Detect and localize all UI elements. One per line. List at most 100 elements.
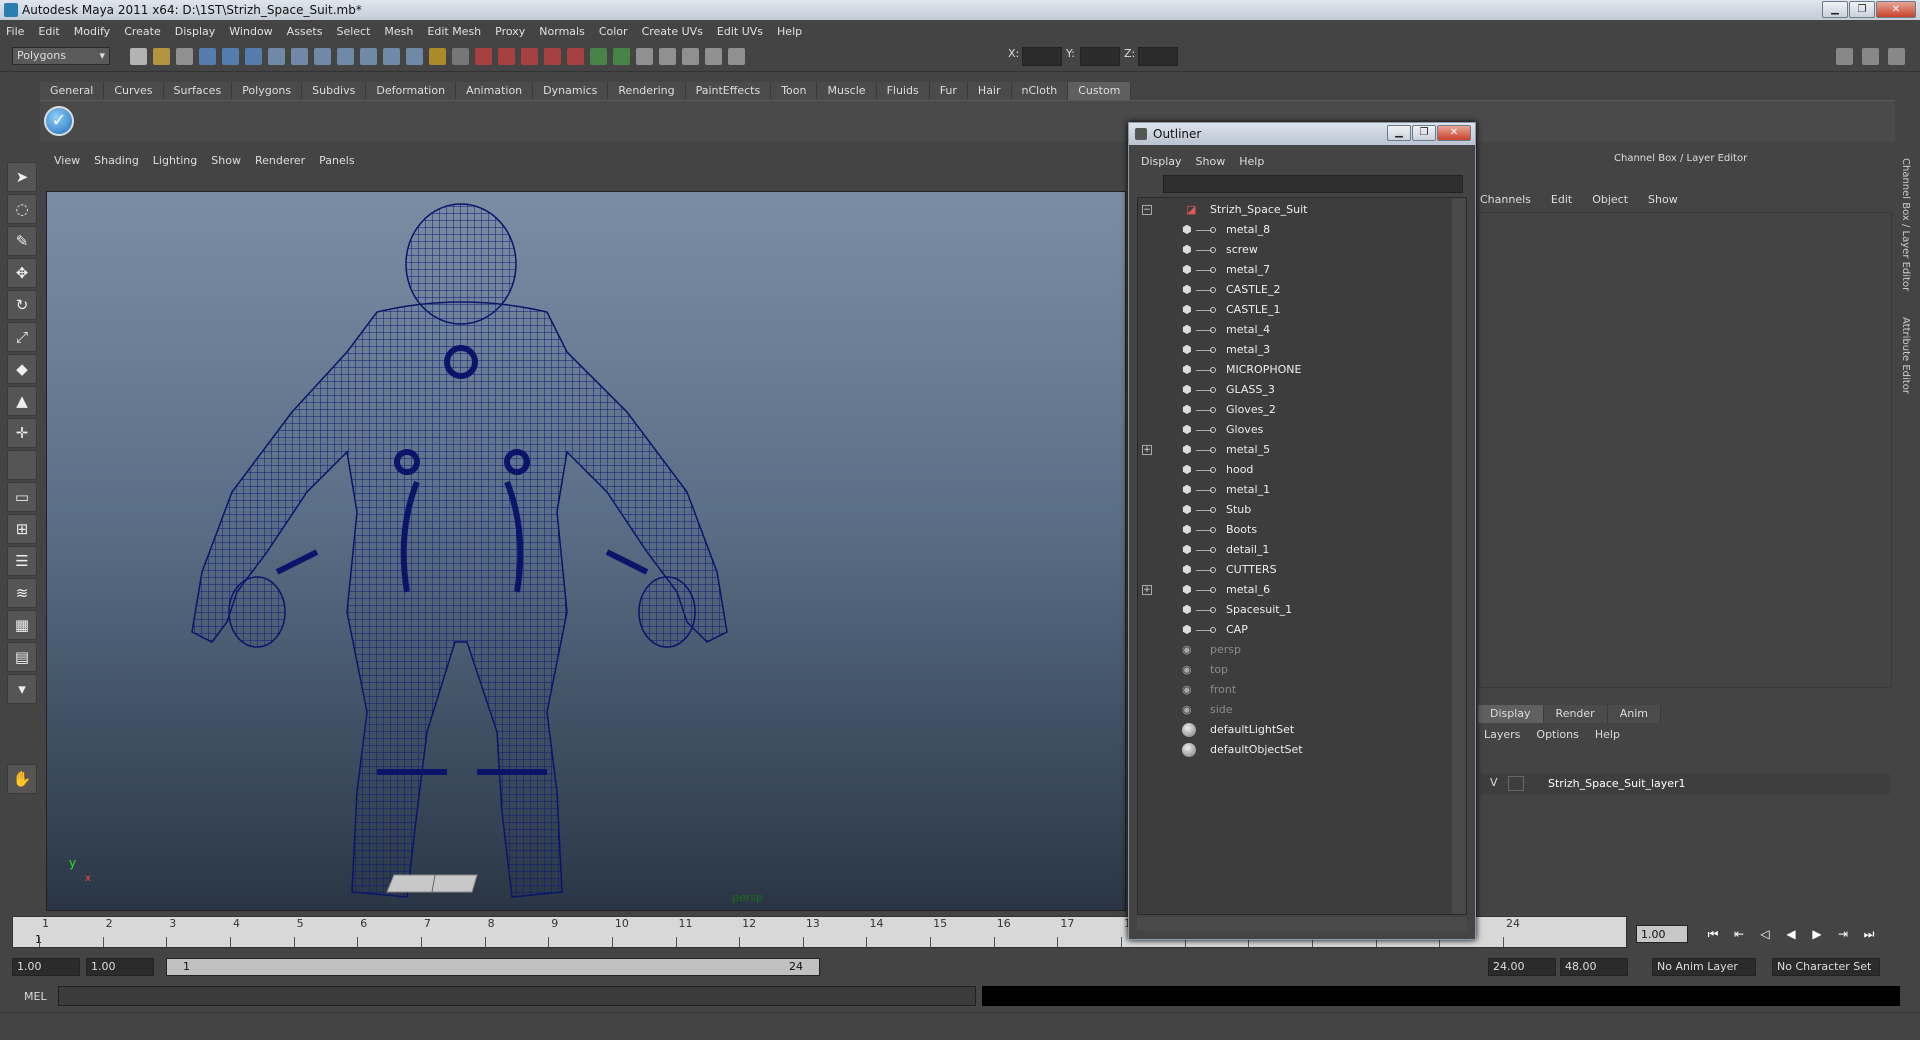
status-tool-icon[interactable]: [268, 48, 285, 65]
play-forward-icon[interactable]: ▶: [1804, 926, 1830, 942]
current-frame-field[interactable]: 1.00: [1636, 925, 1688, 943]
shelf-tab-hair[interactable]: Hair: [967, 82, 1012, 100]
side-tab-attribute-editor[interactable]: Attribute Editor: [1900, 317, 1911, 394]
outliner-close-button[interactable]: ✕: [1437, 125, 1471, 141]
layer-tab-anim[interactable]: Anim: [1607, 705, 1661, 723]
menu-create[interactable]: Create: [124, 25, 161, 38]
menu-select[interactable]: Select: [336, 25, 370, 38]
layout-collapse-icon[interactable]: ▾: [7, 674, 37, 704]
graph-layout-icon[interactable]: ≋: [7, 578, 37, 608]
outliner-maximize-button[interactable]: ❐: [1412, 125, 1436, 141]
outliner-item-metal-3[interactable]: ⬢ metal_3: [1138, 340, 1448, 360]
status-tool-icon[interactable]: [613, 48, 630, 65]
status-tool-icon[interactable]: [567, 48, 584, 65]
outliner-menu-show[interactable]: Show: [1196, 155, 1226, 168]
minimize-button[interactable]: ▁: [1822, 1, 1848, 18]
status-tool-icon[interactable]: [498, 48, 515, 65]
expand-icon[interactable]: −: [1142, 205, 1152, 215]
shelf-tab-deformation[interactable]: Deformation: [366, 82, 457, 100]
status-tool-icon[interactable]: [337, 48, 354, 65]
shelf-tab-toon[interactable]: Toon: [771, 82, 818, 100]
anim-end-field[interactable]: 24.00: [1488, 958, 1556, 976]
menu-edit-uvs[interactable]: Edit UVs: [717, 25, 763, 38]
status-tool-icon[interactable]: [544, 48, 561, 65]
step-forward-key-icon[interactable]: ⇥: [1830, 926, 1856, 942]
menu-normals[interactable]: Normals: [539, 25, 585, 38]
layer-type-toggle[interactable]: [1508, 776, 1524, 791]
script-layout-icon[interactable]: ▤: [7, 642, 37, 672]
single-pane-layout-icon[interactable]: ▭: [7, 482, 37, 512]
expand-icon[interactable]: +: [1142, 445, 1152, 455]
range-slider[interactable]: 1 24: [166, 958, 820, 976]
outliner-item-cutters[interactable]: ⬢ CUTTERS: [1138, 560, 1448, 580]
shelf-tab-custom[interactable]: Custom: [1068, 82, 1132, 100]
viewport-menu-renderer[interactable]: Renderer: [255, 154, 305, 167]
outliner-vertical-scrollbar[interactable]: [1452, 198, 1466, 914]
outliner-item-glass-3[interactable]: ⬢ GLASS_3: [1138, 380, 1448, 400]
hypershade-layout-icon[interactable]: ▦: [7, 610, 37, 640]
side-tab-channel-box[interactable]: Channel Box / Layer Editor: [1900, 158, 1911, 291]
menu-color[interactable]: Color: [599, 25, 628, 38]
outliner-horizontal-scrollbar[interactable]: [1137, 917, 1467, 931]
go-to-start-icon[interactable]: ⏮: [1700, 926, 1726, 942]
step-back-frame-icon[interactable]: ◁: [1752, 926, 1778, 942]
shelf-tab-muscle[interactable]: Muscle: [817, 82, 877, 100]
move-tool-icon[interactable]: ✥: [7, 258, 37, 288]
expand-icon[interactable]: +: [1142, 585, 1152, 595]
lasso-tool-icon[interactable]: ◌: [7, 194, 37, 224]
shelf-tab-dynamics[interactable]: Dynamics: [533, 82, 609, 100]
menu-modify[interactable]: Modify: [74, 25, 110, 38]
outliner-item-top[interactable]: ◉ top: [1138, 660, 1448, 680]
layer-menu-options[interactable]: Options: [1536, 728, 1578, 741]
close-button[interactable]: ✕: [1876, 1, 1916, 18]
menu-file[interactable]: File: [6, 25, 24, 38]
outliner-menu-display[interactable]: Display: [1141, 155, 1182, 168]
status-tool-icon[interactable]: [521, 48, 538, 65]
shelf-tab-curves[interactable]: Curves: [104, 82, 164, 100]
outliner-title-bar[interactable]: Outliner ▁ ❐ ✕: [1129, 123, 1475, 145]
play-backward-icon[interactable]: ◀: [1778, 926, 1804, 942]
layer-menu-layers[interactable]: Layers: [1484, 728, 1520, 741]
status-tool-icon[interactable]: [452, 48, 469, 65]
layer-menu-help[interactable]: Help: [1595, 728, 1620, 741]
perspective-viewport[interactable]: y x persp: [46, 191, 1126, 911]
outliner-item-spacesuit-1[interactable]: ⬢ Spacesuit_1: [1138, 600, 1448, 620]
outliner-item-metal-5[interactable]: + ⬢ metal_5: [1138, 440, 1448, 460]
status-tool-icon[interactable]: [590, 48, 607, 65]
select-tool-icon[interactable]: ➤: [7, 162, 37, 192]
outliner-minimize-button[interactable]: ▁: [1387, 125, 1411, 141]
status-tool-icon[interactable]: [728, 48, 745, 65]
status-tool-icon[interactable]: [429, 48, 446, 65]
quick-layout-icon[interactable]: ✋: [7, 764, 37, 794]
viewport-menu-shading[interactable]: Shading: [94, 154, 139, 167]
shelf-tab-ncloth[interactable]: nCloth: [1011, 82, 1069, 100]
menu-edit-mesh[interactable]: Edit Mesh: [427, 25, 481, 38]
soft-mod-icon[interactable]: ▲: [7, 386, 37, 416]
end-time-field[interactable]: 48.00: [1560, 958, 1628, 976]
show-manip-icon[interactable]: ✛: [7, 418, 37, 448]
start-time-field[interactable]: 1.00: [12, 958, 80, 976]
scale-tool-icon[interactable]: ⤢: [7, 322, 37, 352]
menu-mesh[interactable]: Mesh: [384, 25, 413, 38]
status-tool-icon[interactable]: [475, 48, 492, 65]
outliner-item-side[interactable]: ◉ side: [1138, 700, 1448, 720]
custom-shelf-check-icon[interactable]: ✓: [44, 106, 74, 136]
go-to-end-icon[interactable]: ⏭: [1856, 926, 1882, 942]
layer-tab-render[interactable]: Render: [1543, 705, 1608, 723]
anim-layer-select[interactable]: No Anim Layer: [1652, 958, 1756, 976]
outliner-item-gloves-2[interactable]: ⬢ Gloves_2: [1138, 400, 1448, 420]
z-input[interactable]: [1138, 47, 1178, 66]
menu-help[interactable]: Help: [777, 25, 802, 38]
status-tool-icon[interactable]: [636, 48, 653, 65]
shelf-tab-subdivs[interactable]: Subdivs: [302, 82, 367, 100]
outliner-item-front[interactable]: ◉ front: [1138, 680, 1448, 700]
shelf-tab-animation[interactable]: Animation: [456, 82, 534, 100]
outliner-item-castle-1[interactable]: ⬢ CASTLE_1: [1138, 300, 1448, 320]
menu-set-selector[interactable]: Polygons ▾: [12, 47, 110, 65]
outliner-item-detail-1[interactable]: ⬢ detail_1: [1138, 540, 1448, 560]
channel-box-menu-channels[interactable]: Channels: [1480, 193, 1531, 206]
outliner-item-metal-7[interactable]: ⬢ metal_7: [1138, 260, 1448, 280]
status-tool-icon[interactable]: [682, 48, 699, 65]
status-tool-icon[interactable]: [659, 48, 676, 65]
layer-tab-display[interactable]: Display: [1478, 705, 1544, 723]
